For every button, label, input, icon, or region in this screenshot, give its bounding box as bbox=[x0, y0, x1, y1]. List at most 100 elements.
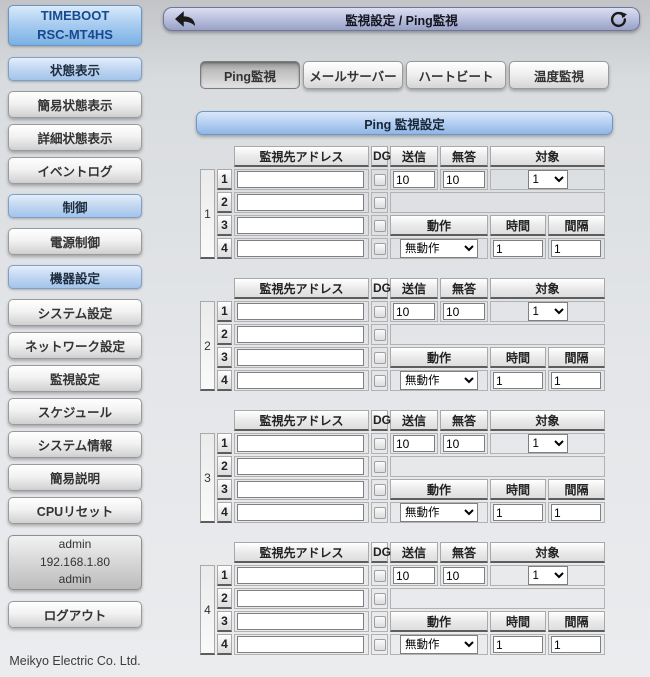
dg-checkbox[interactable] bbox=[374, 243, 386, 255]
table-row: 4 無動作 bbox=[200, 370, 605, 391]
address-input[interactable] bbox=[237, 458, 364, 475]
dg-checkbox[interactable] bbox=[374, 593, 386, 605]
interval-input[interactable] bbox=[551, 240, 601, 257]
table-header-row: 監視先アドレス DG 送信 無答 対象 bbox=[200, 146, 605, 167]
sidebar-item-cpu-reset[interactable]: CPUリセット bbox=[8, 497, 142, 524]
col-header-action: 動作 bbox=[390, 611, 488, 632]
col-header-interval: 間隔 bbox=[548, 215, 605, 236]
address-input[interactable] bbox=[237, 435, 364, 452]
col-header-dg: DG bbox=[371, 146, 388, 167]
ping-group-table-3: 監視先アドレス DG 送信 無答 対象 3 1 1 2 3 動作 時間 bbox=[198, 408, 607, 525]
dg-checkbox[interactable] bbox=[374, 461, 386, 473]
send-count-input[interactable] bbox=[393, 171, 435, 188]
row-number: 4 bbox=[217, 238, 232, 259]
send-count-input[interactable] bbox=[393, 435, 435, 452]
time-input[interactable] bbox=[493, 504, 543, 521]
address-input[interactable] bbox=[237, 326, 364, 343]
tab-mail-server[interactable]: メールサーバー bbox=[303, 61, 403, 89]
target-select[interactable]: 1 bbox=[528, 434, 568, 453]
interval-input[interactable] bbox=[551, 504, 601, 521]
dg-checkbox[interactable] bbox=[374, 438, 386, 450]
action-select[interactable]: 無動作 bbox=[400, 371, 478, 390]
logout-button[interactable]: ログアウト bbox=[8, 601, 142, 628]
time-input[interactable] bbox=[493, 636, 543, 653]
sidebar-item-network-config[interactable]: ネットワーク設定 bbox=[8, 332, 142, 359]
refresh-icon bbox=[610, 11, 627, 28]
back-button[interactable] bbox=[173, 10, 197, 28]
send-count-input[interactable] bbox=[393, 303, 435, 320]
login-ip: 192.168.1.80 bbox=[40, 554, 110, 571]
time-input[interactable] bbox=[493, 240, 543, 257]
table-row: 2 1 1 bbox=[200, 301, 605, 322]
time-input[interactable] bbox=[493, 372, 543, 389]
dg-checkbox[interactable] bbox=[374, 220, 386, 232]
table-row: 2 bbox=[200, 192, 605, 213]
sidebar-item-schedule[interactable]: スケジュール bbox=[8, 398, 142, 425]
no-answer-input[interactable] bbox=[443, 171, 485, 188]
sidebar-item-system-info[interactable]: システム情報 bbox=[8, 431, 142, 458]
tab-temperature[interactable]: 温度監視 bbox=[509, 61, 609, 89]
target-select[interactable]: 1 bbox=[528, 170, 568, 189]
address-input[interactable] bbox=[237, 240, 364, 257]
sidebar-item-monitor-config[interactable]: 監視設定 bbox=[8, 365, 142, 392]
target-select[interactable]: 1 bbox=[528, 566, 568, 585]
table-row: 3 動作 時間 間隔 bbox=[200, 479, 605, 500]
dg-checkbox[interactable] bbox=[374, 306, 386, 318]
target-select[interactable]: 1 bbox=[528, 302, 568, 321]
dg-checkbox[interactable] bbox=[374, 197, 386, 209]
action-select[interactable]: 無動作 bbox=[400, 635, 478, 654]
no-answer-input[interactable] bbox=[443, 303, 485, 320]
address-input[interactable] bbox=[237, 504, 364, 521]
dg-checkbox[interactable] bbox=[374, 616, 386, 628]
address-input[interactable] bbox=[237, 194, 364, 211]
address-input[interactable] bbox=[237, 590, 364, 607]
address-input[interactable] bbox=[237, 636, 364, 653]
row-number: 2 bbox=[217, 588, 232, 609]
no-answer-input[interactable] bbox=[443, 435, 485, 452]
table-row: 3 動作 時間 間隔 bbox=[200, 347, 605, 368]
group-number: 1 bbox=[200, 169, 215, 259]
ping-group-table-1: 監視先アドレス DG 送信 無答 対象 1 1 1 2 3 動作 時間 bbox=[198, 144, 607, 261]
table-row: 3 1 1 bbox=[200, 433, 605, 454]
interval-input[interactable] bbox=[551, 372, 601, 389]
dg-checkbox[interactable] bbox=[374, 352, 386, 364]
address-input[interactable] bbox=[237, 217, 364, 234]
sidebar-item-detail-status[interactable]: 詳細状態表示 bbox=[8, 124, 142, 151]
row-number: 4 bbox=[217, 370, 232, 391]
interval-input[interactable] bbox=[551, 636, 601, 653]
row-number: 1 bbox=[217, 301, 232, 322]
table-row: 3 動作 時間 間隔 bbox=[200, 215, 605, 236]
no-answer-input[interactable] bbox=[443, 567, 485, 584]
dg-checkbox[interactable] bbox=[374, 570, 386, 582]
col-header-send: 送信 bbox=[390, 146, 438, 167]
address-input[interactable] bbox=[237, 372, 364, 389]
col-header-action: 動作 bbox=[390, 479, 488, 500]
section-title-bar: Ping 監視設定 bbox=[196, 111, 613, 135]
dg-checkbox[interactable] bbox=[374, 329, 386, 341]
action-select[interactable]: 無動作 bbox=[400, 239, 478, 258]
tab-heartbeat[interactable]: ハートビート bbox=[406, 61, 506, 89]
dg-checkbox[interactable] bbox=[374, 174, 386, 186]
sidebar-item-simple-status[interactable]: 簡易状態表示 bbox=[8, 91, 142, 118]
dg-checkbox[interactable] bbox=[374, 375, 386, 387]
address-input[interactable] bbox=[237, 567, 364, 584]
address-input[interactable] bbox=[237, 171, 364, 188]
empty-span-cell bbox=[390, 456, 605, 477]
sidebar-item-power-control[interactable]: 電源制御 bbox=[8, 228, 142, 255]
address-input[interactable] bbox=[237, 481, 364, 498]
table-row: 2 bbox=[200, 588, 605, 609]
tab-ping-monitor[interactable]: Ping監視 bbox=[200, 61, 300, 89]
address-input[interactable] bbox=[237, 613, 364, 630]
col-header-noanswer: 無答 bbox=[440, 278, 488, 299]
address-input[interactable] bbox=[237, 349, 364, 366]
sidebar-item-system-config[interactable]: システム設定 bbox=[8, 299, 142, 326]
refresh-button[interactable] bbox=[606, 10, 630, 28]
sidebar-item-event-log[interactable]: イベントログ bbox=[8, 157, 142, 184]
dg-checkbox[interactable] bbox=[374, 507, 386, 519]
sidebar-item-simple-guide[interactable]: 簡易説明 bbox=[8, 464, 142, 491]
action-select[interactable]: 無動作 bbox=[400, 503, 478, 522]
dg-checkbox[interactable] bbox=[374, 484, 386, 496]
address-input[interactable] bbox=[237, 303, 364, 320]
dg-checkbox[interactable] bbox=[374, 639, 386, 651]
send-count-input[interactable] bbox=[393, 567, 435, 584]
